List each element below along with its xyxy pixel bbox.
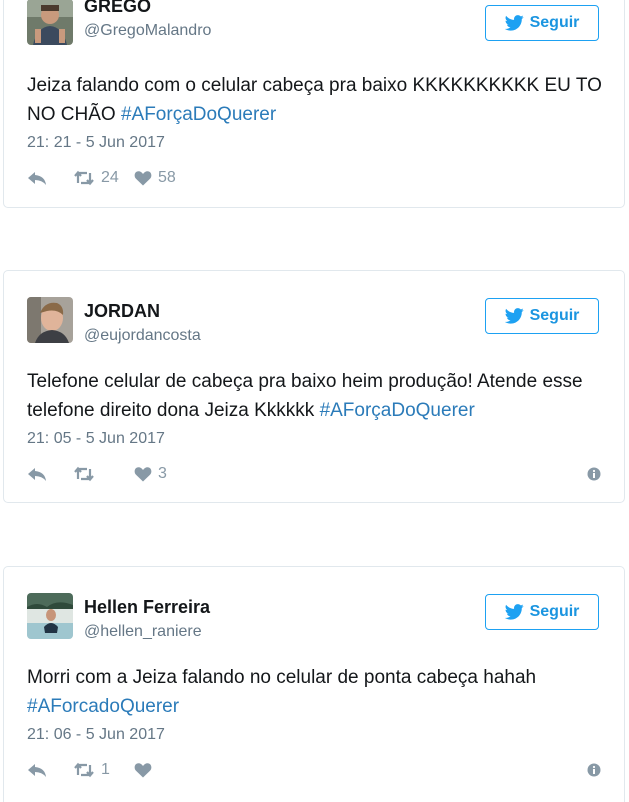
- hashtag-link[interactable]: #AForçaDoQuerer: [121, 104, 276, 125]
- tweet-card-grego: GREGO @GregoMalandro Seguir Jeiza faland…: [3, 0, 625, 208]
- reply-icon: [28, 468, 46, 481]
- tweet-timestamp[interactable]: 21: 21 - 5 Jun 2017: [27, 134, 165, 152]
- like-count: 58: [158, 169, 176, 186]
- follow-label: Seguir: [529, 307, 580, 324]
- follow-button[interactable]: Seguir: [485, 298, 599, 334]
- avatar-image: [27, 0, 73, 45]
- like-button[interactable]: 3: [134, 465, 167, 483]
- like-count: 3: [158, 465, 167, 482]
- heart-icon: [134, 171, 152, 186]
- retweet-count: 24: [101, 169, 119, 186]
- reply-icon: [28, 764, 46, 777]
- reply-button[interactable]: [27, 466, 73, 482]
- retweet-icon: [74, 466, 94, 482]
- tweet-timestamp[interactable]: 21: 05 - 5 Jun 2017: [27, 430, 165, 448]
- info-button[interactable]: [587, 763, 601, 777]
- tweet-actions: 3: [27, 464, 167, 484]
- tweet-body: Morri com a Jeiza falando no celular de …: [27, 667, 537, 688]
- tweet-card-jordan: JORDAN @eujordancosta Seguir Telefone ce…: [3, 270, 625, 503]
- display-name[interactable]: Hellen Ferreira: [84, 597, 210, 618]
- follow-label: Seguir: [529, 14, 580, 31]
- info-icon: [587, 763, 601, 777]
- tweet-actions: 24 58: [27, 168, 176, 188]
- info-button[interactable]: [587, 467, 601, 481]
- display-name[interactable]: JORDAN: [84, 301, 160, 322]
- tweet-text: Morri com a Jeiza falando no celular de …: [27, 663, 607, 721]
- user-handle[interactable]: @GregoMalandro: [84, 22, 211, 40]
- avatar-image: [27, 297, 73, 343]
- avatar-image: [27, 593, 73, 639]
- retweet-button[interactable]: 24: [73, 169, 134, 187]
- avatar[interactable]: [27, 0, 73, 45]
- follow-button[interactable]: Seguir: [485, 5, 599, 41]
- tweet-timestamp[interactable]: 21: 06 - 5 Jun 2017: [27, 726, 165, 744]
- retweet-button[interactable]: [73, 466, 134, 482]
- tweet-text: Jeiza falando com o celular cabeça pra b…: [27, 71, 607, 129]
- follow-button[interactable]: Seguir: [485, 594, 599, 630]
- user-handle[interactable]: @eujordancosta: [84, 327, 201, 345]
- like-button[interactable]: [134, 762, 158, 778]
- twitter-bird-icon: [504, 604, 524, 620]
- avatar[interactable]: [27, 297, 73, 343]
- retweet-icon: [74, 762, 94, 778]
- tweet-text: Telefone celular de cabeça pra baixo hei…: [27, 367, 607, 425]
- retweet-icon: [74, 170, 94, 186]
- heart-icon: [134, 467, 152, 482]
- tweet-body: Jeiza falando com o celular cabeça pra b…: [27, 75, 602, 125]
- twitter-bird-icon: [504, 308, 524, 324]
- reply-button[interactable]: [27, 762, 73, 778]
- retweet-count: 1: [101, 761, 110, 778]
- hashtag-link[interactable]: #AForcadoQuerer: [27, 696, 179, 717]
- twitter-bird-icon: [504, 15, 524, 31]
- tweet-body: Telefone celular de cabeça pra baixo hei…: [27, 371, 583, 421]
- hashtag-link[interactable]: #AForçaDoQuerer: [320, 400, 475, 421]
- display-name[interactable]: GREGO: [84, 0, 151, 17]
- heart-icon: [134, 763, 152, 778]
- retweet-button[interactable]: 1: [73, 761, 134, 779]
- avatar[interactable]: [27, 593, 73, 639]
- follow-label: Seguir: [529, 603, 580, 620]
- user-handle[interactable]: @hellen_raniere: [84, 623, 202, 641]
- reply-icon: [28, 172, 46, 185]
- reply-button[interactable]: [27, 170, 73, 186]
- tweet-card-hellen: Hellen Ferreira @hellen_raniere Seguir M…: [3, 566, 625, 802]
- like-button[interactable]: 58: [134, 169, 176, 187]
- info-icon: [587, 467, 601, 481]
- tweet-actions: 1: [27, 760, 158, 780]
